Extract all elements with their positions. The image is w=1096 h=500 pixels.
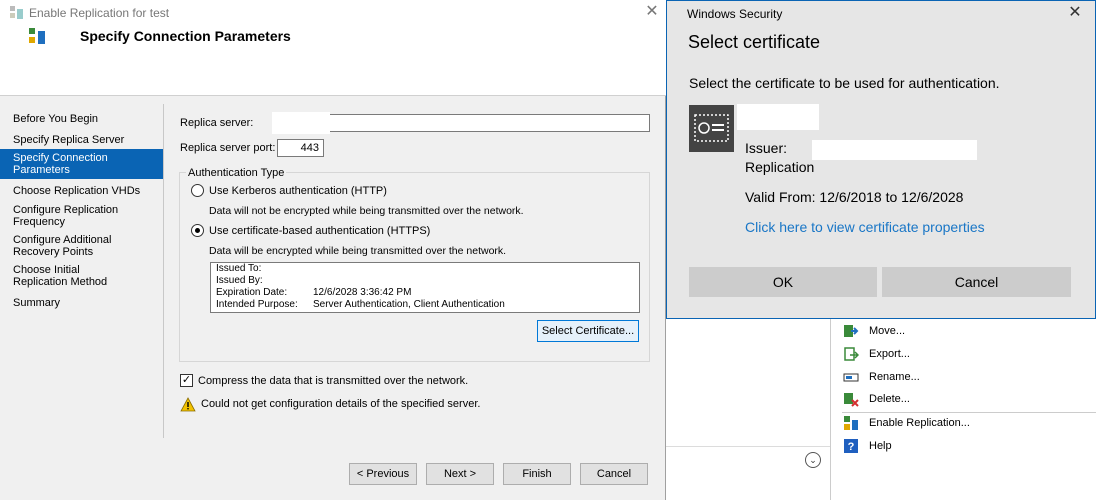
actions-pane-divider xyxy=(830,318,831,500)
expand-chevron-icon[interactable]: ⌄ xyxy=(805,452,821,468)
certificate-auth-label[interactable]: Use certificate-based authentication (HT… xyxy=(209,225,430,237)
action-label: Help xyxy=(869,440,892,452)
kerberos-label[interactable]: Use Kerberos authentication (HTTP) xyxy=(209,185,387,197)
authentication-type-label: Authentication Type xyxy=(186,167,287,179)
security-cancel-button[interactable]: Cancel xyxy=(882,267,1071,297)
action-enable-replication[interactable]: Enable Replication... xyxy=(842,413,1092,433)
previous-button[interactable]: < Previous xyxy=(349,463,417,485)
replica-server-port-input[interactable]: 443 xyxy=(277,139,324,157)
select-certificate-heading: Select certificate xyxy=(688,32,821,52)
ok-button[interactable]: OK xyxy=(689,267,877,297)
svg-text:?: ? xyxy=(848,441,855,453)
certificate-auth-radio[interactable] xyxy=(191,224,204,237)
step-specify-replica-server[interactable]: Specify Replica Server xyxy=(0,131,164,149)
certificate-icon[interactable] xyxy=(689,105,734,152)
step-configure-replication-frequency[interactable]: Configure Replication Frequency xyxy=(0,201,120,231)
compress-label[interactable]: Compress the data that is transmitted ov… xyxy=(198,375,468,387)
select-certificate-description: Select the certificate to be used for au… xyxy=(689,75,1000,91)
security-dialog-title: Windows Security xyxy=(687,7,783,21)
finish-button[interactable]: Finish xyxy=(503,463,571,485)
step-label: Specify Connection Parameters xyxy=(13,152,108,176)
redacted-value xyxy=(306,263,496,274)
issued-by-label: Issued By: xyxy=(216,275,263,286)
action-label: Export... xyxy=(869,348,910,360)
replica-server-port-label: Replica server port: xyxy=(180,142,276,154)
certificate-auth-note: Data will be encrypted while being trans… xyxy=(209,245,507,257)
help-icon: ? xyxy=(842,438,860,454)
wizard-window-title: Enable Replication for test xyxy=(29,6,170,20)
redacted-value xyxy=(272,112,330,134)
action-move[interactable]: Move... xyxy=(842,321,1092,341)
replica-server-label: Replica server: xyxy=(180,117,254,129)
step-choose-replication-vhds[interactable]: Choose Replication VHDs xyxy=(0,182,164,200)
background-panel-strip xyxy=(666,446,830,500)
next-button[interactable]: Next > xyxy=(426,463,494,485)
issuer-label: Issuer: xyxy=(745,140,788,156)
redacted-value xyxy=(812,140,977,160)
step-configure-additional-recovery-points[interactable]: Configure Additional Recovery Points xyxy=(0,231,120,261)
expiration-label: Expiration Date: xyxy=(216,287,288,298)
replica-server-input[interactable] xyxy=(275,114,650,132)
replication-icon xyxy=(10,6,24,20)
cancel-button[interactable]: Cancel xyxy=(580,463,648,485)
enable-replication-icon xyxy=(842,415,860,431)
action-label: Delete... xyxy=(869,393,910,405)
action-help[interactable]: ? Help xyxy=(842,436,1092,456)
step-summary[interactable]: Summary xyxy=(0,294,164,312)
purpose-label: Intended Purpose: xyxy=(216,299,298,310)
expiration-value: 12/6/2028 3:36:42 PM xyxy=(313,287,412,298)
kerberos-radio[interactable] xyxy=(191,184,204,197)
delete-icon xyxy=(842,391,860,407)
move-icon xyxy=(842,323,860,339)
select-certificate-button[interactable]: Select Certificate... xyxy=(537,320,639,342)
step-choose-initial-replication-method[interactable]: Choose Initial Replication Method xyxy=(0,261,132,291)
issuer-value: Replication xyxy=(745,159,815,175)
action-label: Move... xyxy=(869,325,906,337)
view-certificate-properties-link[interactable]: Click here to view certificate propertie… xyxy=(745,219,985,235)
purpose-row: Intended Purpose: Server Authentication, … xyxy=(216,299,639,311)
wizard-steps-nav: Before You Begin Specify Replica Server … xyxy=(0,100,164,312)
action-rename[interactable]: Rename... xyxy=(842,367,1092,387)
action-label: Rename... xyxy=(869,371,920,383)
valid-from-text: Valid From: 12/6/2018 to 12/6/2028 xyxy=(745,189,964,205)
close-icon[interactable]: ✕ xyxy=(1066,3,1084,23)
warning-icon xyxy=(180,397,196,412)
compress-checkbox[interactable]: ✓ xyxy=(180,374,193,387)
export-icon xyxy=(842,346,860,362)
step-specify-connection-parameters[interactable]: Specify Connection Parameters xyxy=(0,149,163,179)
action-delete[interactable]: Delete... xyxy=(842,389,1092,409)
step-before-you-begin[interactable]: Before You Begin xyxy=(0,110,164,128)
expiration-row: Expiration Date: 12/6/2028 3:36:42 PM xyxy=(216,287,639,299)
close-icon[interactable]: ✕ xyxy=(643,2,661,22)
kerberos-note: Data will not be encrypted while being t… xyxy=(209,205,524,217)
replication-icon xyxy=(28,27,46,45)
warning-text: Could not get configuration details of t… xyxy=(201,398,481,410)
steps-divider xyxy=(163,104,164,438)
redacted-value xyxy=(737,104,819,130)
rename-icon xyxy=(842,369,860,385)
page-title: Specify Connection Parameters xyxy=(80,28,291,44)
action-label: Enable Replication... xyxy=(869,417,970,429)
issued-to-label: Issued To: xyxy=(216,263,262,274)
purpose-value: Server Authentication, Client Authentica… xyxy=(313,299,505,310)
issued-by-row: Issued By: xyxy=(216,275,639,287)
action-export[interactable]: Export... xyxy=(842,344,1092,364)
